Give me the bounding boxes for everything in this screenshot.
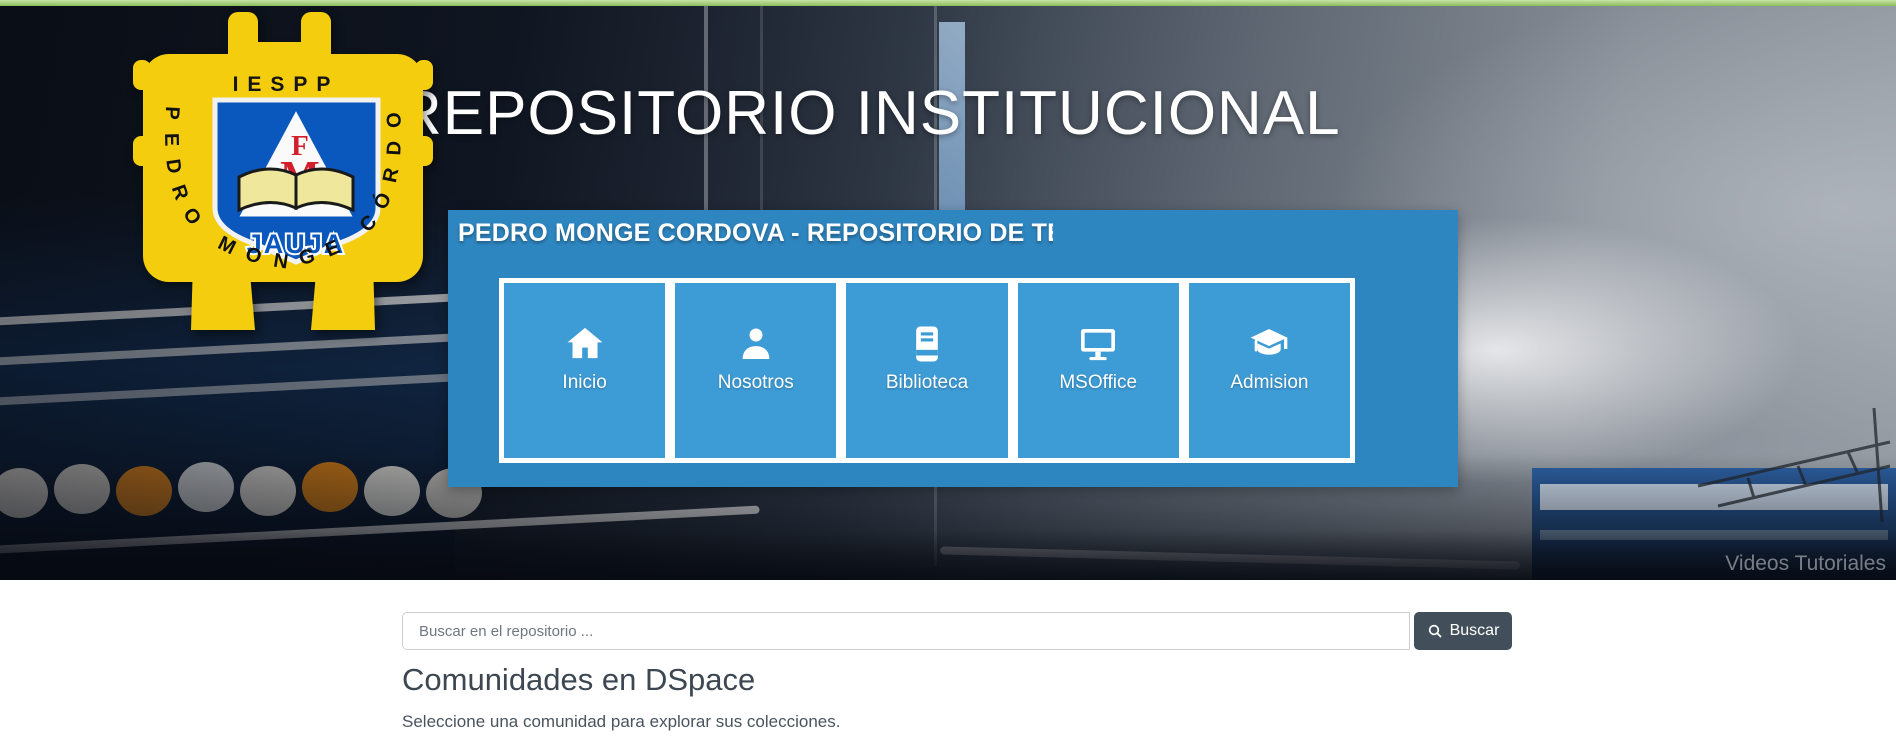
balloon [364,466,420,516]
logo-open-book [239,169,353,210]
person-icon [736,324,776,364]
communities-heading: Comunidades en DSpace [402,660,755,700]
communities-subheading: Seleccione una comunidad para explorar s… [402,712,840,732]
nav-item-label: Inicio [562,372,606,394]
nav-item-label: Nosotros [718,372,794,394]
balloon [302,462,358,512]
monitor-icon [1078,324,1118,364]
repository-search: Buscar [402,612,1512,650]
nav-item-label: Admision [1230,372,1308,394]
balloon [178,462,234,512]
institution-logo: IESPP F M JAUJA PEDRO MONGE CÓRDOVA [133,12,433,334]
nav-item-label: Biblioteca [886,372,968,394]
nav-item-biblioteca[interactable]: Biblioteca [846,283,1007,458]
balloon [54,464,110,514]
graduation-cap-icon [1249,324,1289,364]
transmission-tower [1692,394,1896,534]
hero-banner: IESPP F M JAUJA PEDRO MONGE CÓRDOVA REPO… [0,6,1896,580]
top-accent-bar [0,0,1896,6]
banner-bottom-shadow [0,530,1896,580]
repository-home-page: IESPP F M JAUJA PEDRO MONGE CÓRDOVA REPO… [0,0,1896,744]
balloon [116,466,172,516]
repository-panel: PEDRO MONGE CORDOVA - REPOSITORIO DE TES… [448,210,1458,487]
nav-item-inicio[interactable]: Inicio [504,283,665,458]
nav-item-label: MSOffice [1059,372,1137,394]
logo-acronym: IESPP [233,73,340,96]
search-button[interactable]: Buscar [1414,612,1512,650]
book-icon [907,324,947,364]
search-button-label: Buscar [1450,622,1500,640]
home-icon [565,324,605,364]
nav-item-admision[interactable]: Admision [1189,283,1350,458]
page-title: REPOSITORIO INSTITUCIONAL [397,80,1341,148]
search-icon [1427,623,1443,639]
balloon [240,466,296,516]
search-input[interactable] [402,612,1410,650]
repository-panel-heading: PEDRO MONGE CORDOVA - REPOSITORIO DE TES… [448,210,1053,248]
nav-item-msoffice[interactable]: MSOffice [1018,283,1179,458]
main-nav: Inicio Nosotros [499,278,1355,463]
videos-tutoriales-caption: Videos Tutoriales [1725,552,1886,576]
nav-item-nosotros[interactable]: Nosotros [675,283,836,458]
